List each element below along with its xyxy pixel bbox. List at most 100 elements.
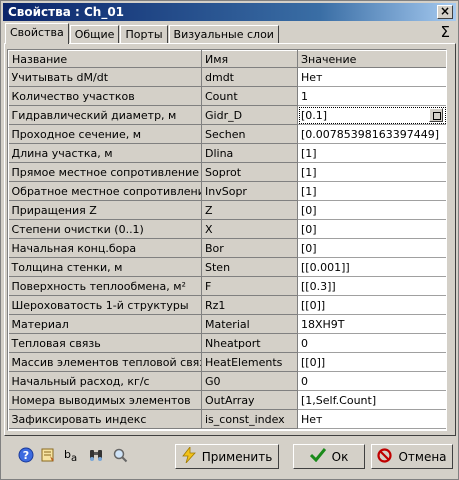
property-value-text: [[0.001]] xyxy=(301,260,350,274)
property-value-cell[interactable]: [[0.001]] xyxy=(297,257,446,277)
property-value-text: [[0]] xyxy=(301,355,326,369)
checkmark-icon xyxy=(309,448,326,465)
property-id-cell: Z xyxy=(201,200,298,220)
property-id-cell: Gidr_D xyxy=(201,105,298,125)
column-header-value[interactable]: Значение xyxy=(297,50,446,68)
table-row[interactable]: Гидравлический диаметр, м Gidr_D [0.1] xyxy=(8,105,446,125)
table-row[interactable]: Степени очистки (0..1) X [0] xyxy=(8,219,446,239)
title-bar[interactable]: Свойства : Ch_01 × xyxy=(3,3,456,21)
property-value-cell[interactable]: [1,Self.Count] xyxy=(297,390,446,410)
svg-text:a: a xyxy=(71,453,77,463)
property-id-cell: F xyxy=(201,276,298,296)
properties-grid: Название Имя Значение Учитывать dM/dt dmd… xyxy=(7,49,447,431)
property-value-text: [[0]] xyxy=(301,298,326,312)
property-name-cell: Поверхность теплообмена, м² xyxy=(8,276,202,296)
sigma-icon[interactable]: Σ xyxy=(441,23,450,41)
property-name-cell: Зафиксировать индекс xyxy=(8,409,202,429)
property-id-cell: Rz1 xyxy=(201,295,298,315)
properties-window: Свойства : Ch_01 × Свойства Общие Порты … xyxy=(0,0,459,480)
property-value-cell[interactable]: [[0.3]] xyxy=(297,276,446,296)
property-value-cell[interactable]: 1 xyxy=(297,86,446,106)
tab-visual-layers[interactable]: Визуальные слои xyxy=(168,25,279,44)
property-value-cell[interactable]: 0 xyxy=(297,371,446,391)
table-row[interactable]: Шероховатость 1-й структуры Rz1 [[0]] xyxy=(8,295,446,315)
property-value-cell[interactable]: [0] xyxy=(297,219,446,239)
property-id-cell: Material xyxy=(201,314,298,334)
binoculars-icon[interactable] xyxy=(87,447,105,465)
cancel-button[interactable]: Отмена xyxy=(371,444,453,469)
property-value-cell[interactable]: [[0]] xyxy=(297,352,446,372)
property-value-cell[interactable]: [0] xyxy=(297,238,446,258)
property-name-cell: Длина участка, м xyxy=(8,143,202,163)
tab-general[interactable]: Общие xyxy=(69,25,120,44)
property-value-text: [0.1] xyxy=(301,108,328,122)
property-value-cell[interactable]: 18ХН9Т xyxy=(297,314,446,334)
cancel-label: Отмена xyxy=(398,449,447,464)
table-row[interactable]: Приращения Z Z [0] xyxy=(8,200,446,220)
property-name-cell: Массив элементов тепловой связи xyxy=(8,352,202,372)
property-value-cell[interactable]: [0] xyxy=(297,200,446,220)
table-row[interactable]: Зафиксировать индекс is_const_index Нет xyxy=(8,409,446,429)
property-value-cell[interactable]: [0.00785398163397449] xyxy=(297,124,446,144)
tab-ports[interactable]: Порты xyxy=(120,25,168,44)
table-row[interactable]: Начальная конц.бора Bor [0] xyxy=(8,238,446,258)
property-value-cell[interactable]: [0.1] xyxy=(297,105,446,125)
property-value-text: [1] xyxy=(301,146,317,160)
property-id-cell: G0 xyxy=(201,371,298,391)
property-value-text: 0 xyxy=(301,336,308,350)
window-title: Свойства : Ch_01 xyxy=(8,5,125,19)
property-value-text: [[0.3]] xyxy=(301,279,336,293)
table-row[interactable]: Начальный расход, кг/с G0 0 xyxy=(8,371,446,391)
property-name-cell: Прямое местное сопротивление xyxy=(8,162,202,182)
property-value-text: [1] xyxy=(301,165,317,179)
property-value-cell[interactable]: Нет xyxy=(297,409,446,429)
table-row[interactable]: Толщина стенки, м Sten [[0.001]] xyxy=(8,257,446,277)
property-id-cell: Nheatport xyxy=(201,333,298,353)
property-value-text: Нет xyxy=(301,70,323,84)
table-row[interactable]: Прямое местное сопротивление Soprot [1] xyxy=(8,162,446,182)
edit-value-button[interactable] xyxy=(429,108,443,122)
property-name-cell: Шероховатость 1-й структуры xyxy=(8,295,202,315)
table-row[interactable]: Проходное сечение, м Sechen [0.00785398163… xyxy=(8,124,446,144)
ok-button[interactable]: Ок xyxy=(293,444,365,469)
table-row[interactable]: Длина участка, м Dlina [1] xyxy=(8,143,446,163)
tab-properties[interactable]: Свойства xyxy=(5,23,69,44)
table-row[interactable]: Номера выводимых элементов OutArray [1,Sel… xyxy=(8,390,446,410)
property-id-cell: Sechen xyxy=(201,124,298,144)
svg-text:?: ? xyxy=(23,449,29,462)
table-row[interactable]: Поверхность теплообмена, м² F [[0.3]] xyxy=(8,276,446,296)
property-name-cell: Номера выводимых элементов xyxy=(8,390,202,410)
property-value-text: [0] xyxy=(301,222,317,236)
property-id-cell: Bor xyxy=(201,238,298,258)
property-name-cell: Начальная конц.бора xyxy=(8,238,202,258)
property-name-cell: Проходное сечение, м xyxy=(8,124,202,144)
property-id-cell: InvSopr xyxy=(201,181,298,201)
help-icon[interactable]: ? xyxy=(17,447,35,465)
table-row[interactable]: Материал Material 18ХН9Т xyxy=(8,314,446,334)
cancel-icon xyxy=(377,447,393,466)
close-button[interactable]: × xyxy=(437,5,453,19)
table-row[interactable]: Тепловая связь Nheatport 0 xyxy=(8,333,446,353)
table-row[interactable]: Количество участков Count 1 xyxy=(8,86,446,106)
property-id-cell: is_const_index xyxy=(201,409,298,429)
column-header-name[interactable]: Название xyxy=(8,50,202,68)
magnifier-icon[interactable] xyxy=(111,447,129,465)
apply-label: Применить xyxy=(201,449,273,464)
property-value-cell[interactable]: [1] xyxy=(297,143,446,163)
property-value-cell[interactable]: Нет xyxy=(297,67,446,87)
table-row[interactable]: Учитывать dM/dt dmdt Нет xyxy=(8,67,446,87)
property-id-cell: dmdt xyxy=(201,67,298,87)
lightning-icon xyxy=(181,445,196,466)
table-row[interactable]: Массив элементов тепловой связи HeatEleme… xyxy=(8,352,446,372)
font-icon[interactable]: ba xyxy=(63,447,81,465)
column-header-id[interactable]: Имя xyxy=(201,50,298,68)
notes-icon[interactable] xyxy=(39,447,57,465)
property-value-cell[interactable]: [[0]] xyxy=(297,295,446,315)
property-name-cell: Гидравлический диаметр, м xyxy=(8,105,202,125)
table-row[interactable]: Обратное местное сопротивление InvSopr [1] xyxy=(8,181,446,201)
apply-button[interactable]: Применить xyxy=(175,444,279,469)
property-value-cell[interactable]: [1] xyxy=(297,162,446,182)
property-value-text: [0] xyxy=(301,203,317,217)
property-value-cell[interactable]: [1] xyxy=(297,181,446,201)
property-value-cell[interactable]: 0 xyxy=(297,333,446,353)
